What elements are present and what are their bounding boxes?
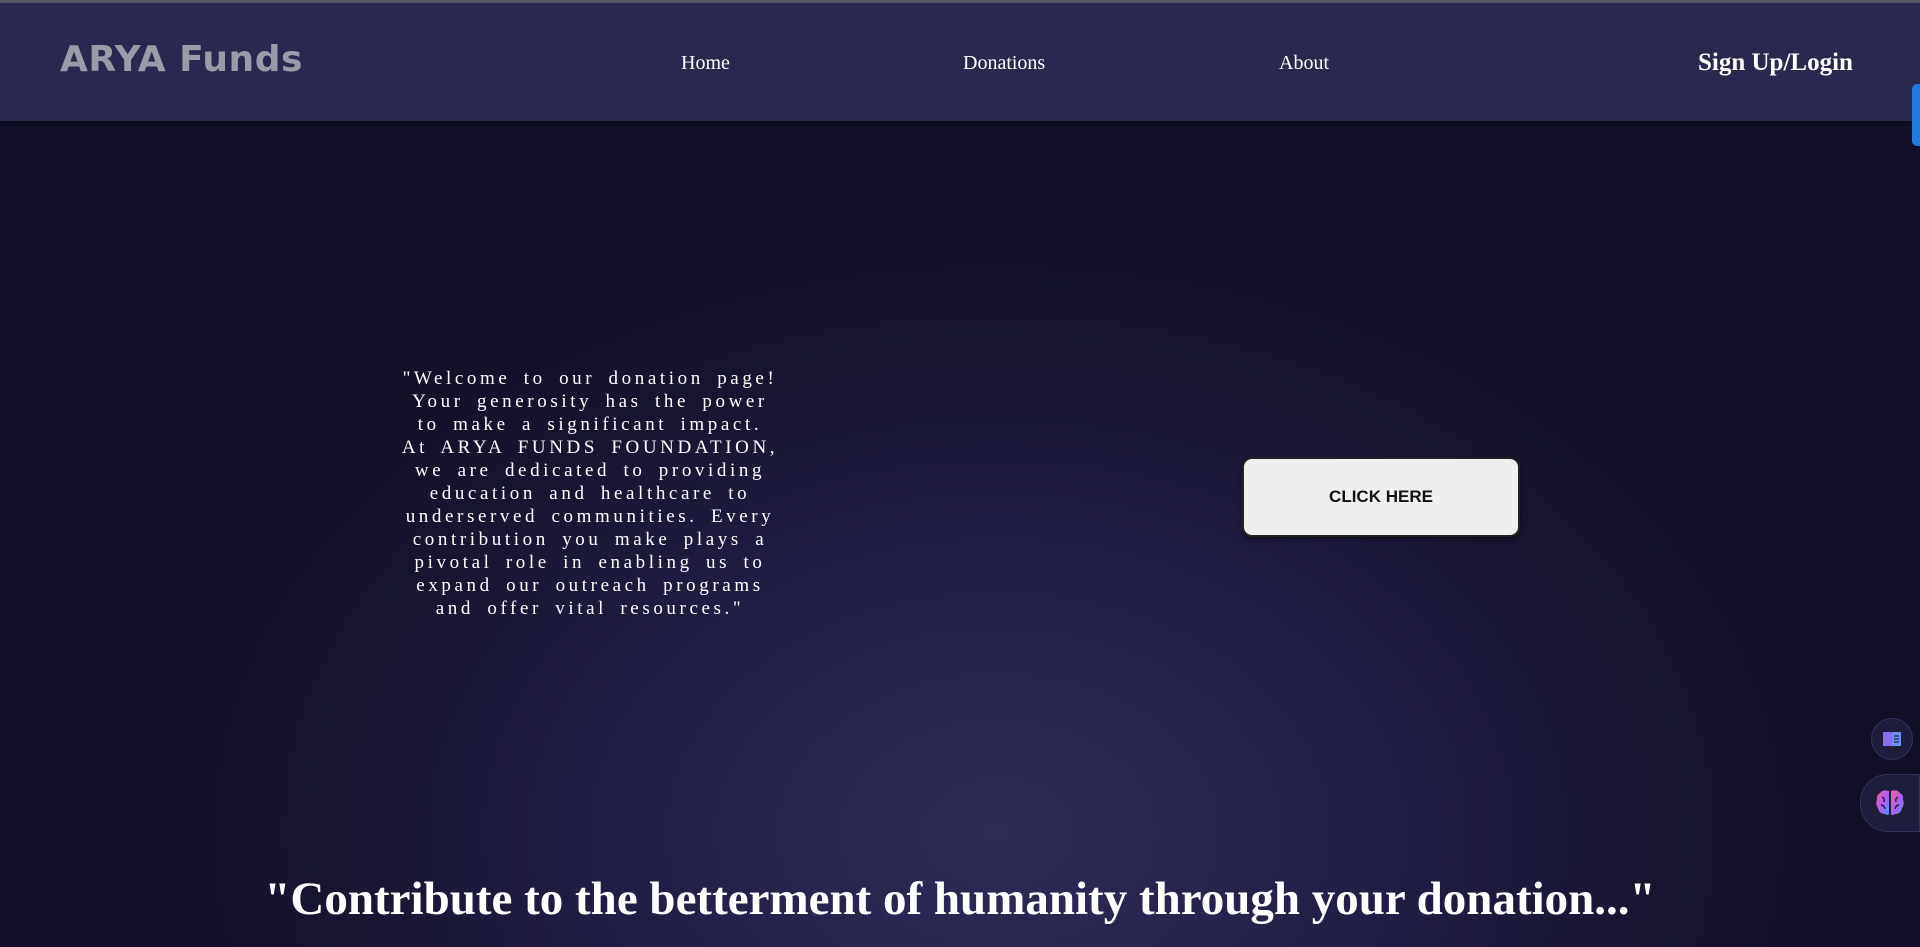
welcome-message: "Welcome to our donation page! Your gene… bbox=[401, 368, 779, 619]
brand-logo[interactable]: ARYA Funds bbox=[60, 39, 303, 80]
nav-link-home[interactable]: Home bbox=[681, 52, 730, 75]
ai-assistant-float-button[interactable] bbox=[1860, 774, 1920, 832]
nav-link-about[interactable]: About bbox=[1279, 52, 1329, 75]
book-icon bbox=[1883, 732, 1901, 747]
click-here-button[interactable]: CLICK HERE bbox=[1242, 457, 1520, 537]
signup-login-link[interactable]: Sign Up/Login bbox=[1698, 49, 1853, 77]
sidebar-edge-tab[interactable] bbox=[1912, 84, 1920, 146]
nav-link-donations[interactable]: Donations bbox=[963, 52, 1045, 75]
donation-tagline: "Contribute to the betterment of humanit… bbox=[264, 873, 1656, 925]
reader-float-button[interactable] bbox=[1871, 718, 1913, 760]
brain-icon bbox=[1876, 790, 1904, 815]
navbar: ARYA Funds Home Donations About Sign Up/… bbox=[0, 3, 1920, 121]
